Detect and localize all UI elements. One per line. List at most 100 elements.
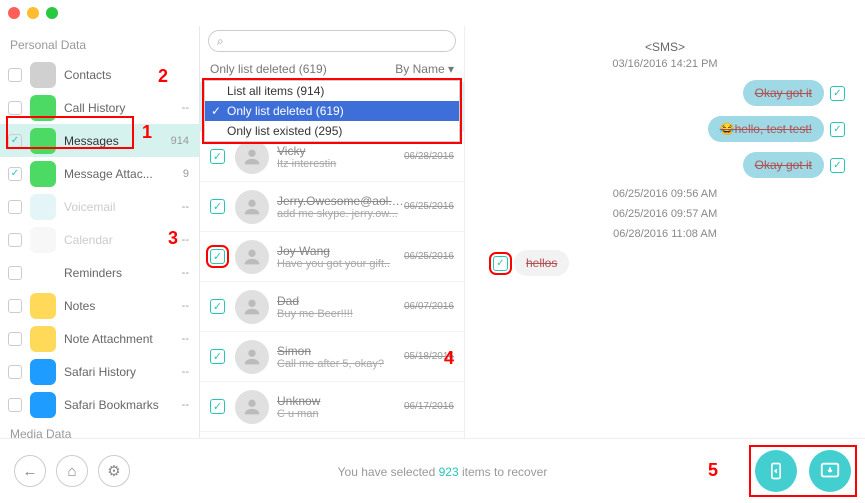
- sidebar-item-contacts[interactable]: Contacts: [0, 58, 199, 91]
- sidebar-count: --: [182, 333, 189, 345]
- detail-header-ts: 03/16/2016 14:21 PM: [479, 58, 851, 70]
- conv-preview: Call me after 5, okay?: [277, 358, 404, 370]
- sidebar-label: Messages: [64, 134, 171, 148]
- category-icon: [30, 293, 56, 319]
- conv-date: 06/07/2016: [404, 301, 454, 312]
- conv-preview: Buy me Beer!!!!: [277, 308, 404, 320]
- sidebar-count: --: [182, 300, 189, 312]
- conv-checkbox[interactable]: ✓: [210, 349, 225, 364]
- conv-name: Joy Wang: [277, 244, 404, 258]
- conv-name: Unknow: [277, 394, 404, 408]
- max-dot[interactable]: [46, 7, 58, 19]
- timestamp: 06/28/2016 11:08 AM: [479, 228, 851, 240]
- conv-preview: C u man: [277, 408, 404, 420]
- sidebar-count: --: [182, 366, 189, 378]
- bubble-checkbox[interactable]: ✓: [493, 256, 508, 271]
- conversation-row[interactable]: ✓ SimonCall me after 5, okay? 05/18/2016: [200, 332, 464, 382]
- conversation-row[interactable]: ✓ Sale Bezz: [200, 432, 464, 438]
- checkbox[interactable]: ✓: [8, 167, 22, 181]
- filter-menu[interactable]: List all items (914)Only list deleted (6…: [204, 80, 460, 142]
- checkbox[interactable]: [8, 68, 22, 82]
- sidebar-label: Call History: [64, 101, 182, 115]
- search-input[interactable]: ⌕: [208, 30, 456, 52]
- conv-date: 05/18/2016: [404, 351, 454, 362]
- category-icon: [30, 95, 56, 121]
- sidebar-item-message-attac-[interactable]: ✓ Message Attac... 9: [0, 157, 199, 190]
- category-icon: [30, 161, 56, 187]
- filter-dropdown[interactable]: Only list deleted (619): [210, 62, 327, 76]
- filter-option[interactable]: List all items (914): [205, 81, 459, 101]
- back-button[interactable]: ←: [14, 455, 46, 487]
- search-icon: ⌕: [217, 34, 224, 49]
- filter-option[interactable]: Only list existed (295): [205, 121, 459, 141]
- conv-checkbox[interactable]: ✓: [210, 149, 225, 164]
- sidebar-count: --: [182, 234, 189, 246]
- settings-button[interactable]: ⚙: [98, 455, 130, 487]
- sidebar-item-safari-bookmarks[interactable]: Safari Bookmarks --: [0, 388, 199, 421]
- checkbox[interactable]: [8, 299, 22, 313]
- sidebar-count: --: [182, 201, 189, 213]
- bubble-checkbox[interactable]: ✓: [830, 122, 845, 137]
- conv-checkbox[interactable]: ✓: [210, 399, 225, 414]
- checkbox[interactable]: [8, 266, 22, 280]
- checkbox[interactable]: ✓: [8, 134, 22, 148]
- sidebar-label: Message Attac...: [64, 167, 183, 181]
- close-dot[interactable]: [8, 7, 20, 19]
- min-dot[interactable]: [27, 7, 39, 19]
- sidebar-item-messages[interactable]: ✓ Messages 914: [0, 124, 199, 157]
- sidebar-item-safari-history[interactable]: Safari History --: [0, 355, 199, 388]
- bubble-checkbox[interactable]: ✓: [830, 158, 845, 173]
- status-text: You have selected 923 items to recover: [130, 463, 755, 479]
- home-button[interactable]: ⌂: [56, 455, 88, 487]
- message-bubble: Okay got it: [743, 80, 824, 106]
- conversation-row[interactable]: ✓ DadBuy me Beer!!!! 06/07/2016: [200, 282, 464, 332]
- category-icon: [30, 194, 56, 220]
- sidebar-item-note-attachment[interactable]: Note Attachment --: [0, 322, 199, 355]
- category-icon: [30, 62, 56, 88]
- conv-checkbox[interactable]: ✓: [210, 199, 225, 214]
- conv-checkbox[interactable]: ✓: [210, 299, 225, 314]
- checkbox[interactable]: [8, 101, 22, 115]
- titlebar: [0, 0, 865, 26]
- conv-date: 06/25/2016: [404, 251, 454, 262]
- avatar-icon: [235, 240, 269, 274]
- checkbox[interactable]: [8, 200, 22, 214]
- sidebar: Personal Data Contacts Call History --✓ …: [0, 26, 200, 438]
- conversation-row[interactable]: ✓ Joy WangHave you got your gift.. 06/25…: [200, 232, 464, 282]
- conv-name: Vicky: [277, 144, 404, 158]
- category-icon: [30, 392, 56, 418]
- sidebar-count: 9: [183, 168, 189, 180]
- sidebar-count: 914: [171, 135, 189, 147]
- sidebar-label: Notes: [64, 299, 182, 313]
- conv-name: Dad: [277, 294, 404, 308]
- filter-option[interactable]: Only list deleted (619): [205, 101, 459, 121]
- sort-dropdown[interactable]: By Name ▾: [395, 62, 454, 76]
- sidebar-item-calendar[interactable]: Calendar --: [0, 223, 199, 256]
- sidebar-item-call-history[interactable]: Call History --: [0, 91, 199, 124]
- checkbox[interactable]: [8, 332, 22, 346]
- sidebar-label: Contacts: [64, 68, 189, 82]
- detail-pane: <SMS> 03/16/2016 14:21 PM Okay got it ✓😂…: [465, 26, 865, 438]
- action-highlight: [749, 445, 857, 497]
- checkbox[interactable]: [8, 365, 22, 379]
- conversation-row[interactable]: ✓ Jerry.Owesome@aol.comadd me skype. jer…: [200, 182, 464, 232]
- bubble-checkbox[interactable]: ✓: [830, 86, 845, 101]
- avatar-icon: [235, 340, 269, 374]
- sidebar-label: Note Attachment: [64, 332, 182, 346]
- conv-preview: Itz interestin: [277, 158, 404, 170]
- sidebar-item-notes[interactable]: Notes --: [0, 289, 199, 322]
- avatar-icon: [235, 140, 269, 174]
- sidebar-item-reminders[interactable]: Reminders --: [0, 256, 199, 289]
- timestamp: 06/25/2016 09:56 AM: [479, 188, 851, 200]
- sidebar-item-voicemail[interactable]: Voicemail --: [0, 190, 199, 223]
- sidebar-label: Reminders: [64, 266, 182, 280]
- checkbox[interactable]: [8, 398, 22, 412]
- checkbox[interactable]: [8, 233, 22, 247]
- sidebar-label: Voicemail: [64, 200, 182, 214]
- conv-checkbox[interactable]: ✓: [210, 249, 225, 264]
- conv-name: Simon: [277, 344, 404, 358]
- footer: ← ⌂ ⚙ You have selected 923 items to rec…: [0, 438, 865, 503]
- conv-date: 06/28/2016: [404, 151, 454, 162]
- conversation-row[interactable]: ✓ UnknowC u man 06/17/2016: [200, 382, 464, 432]
- conversation-pane: ⌕ Only list deleted (619) By Name ▾ ✓ hi…: [200, 26, 465, 438]
